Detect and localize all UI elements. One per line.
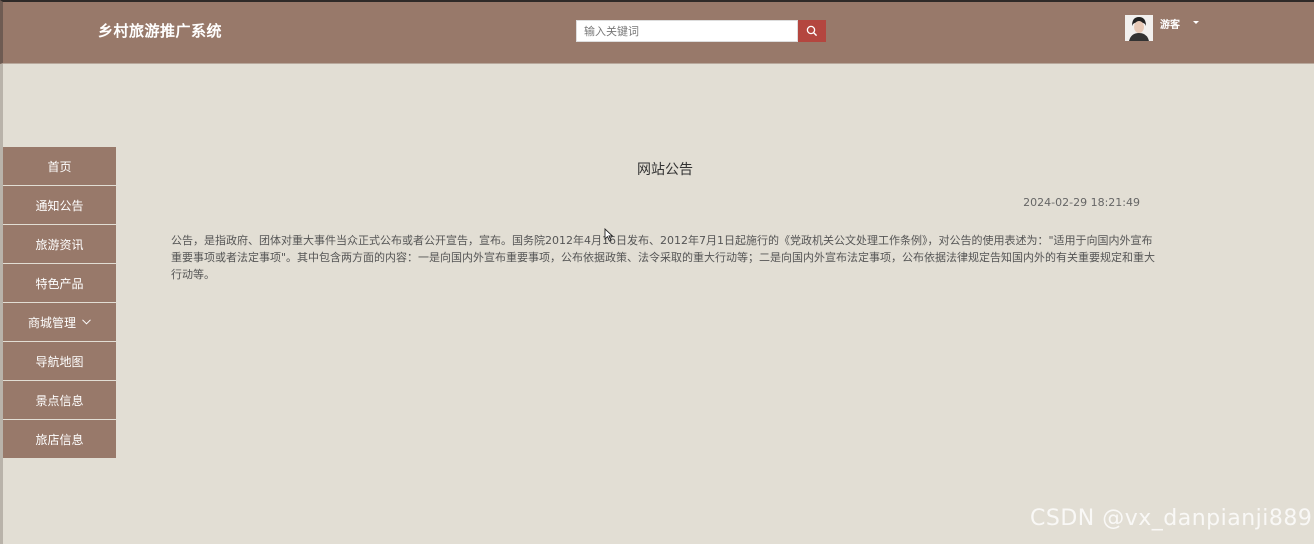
sidebar-item-hotels[interactable]: 旅店信息 — [3, 420, 116, 458]
sidebar-item-label: 通知公告 — [35, 198, 84, 213]
top-navbar: 乡村旅游推广系统 游客 — [0, 0, 1314, 64]
sidebar-item-label: 首页 — [47, 159, 72, 174]
user-name[interactable]: 游客 — [1160, 16, 1180, 31]
watermark: CSDN @vx_danpianji889 — [1030, 506, 1313, 531]
sidebar-item-notices[interactable]: 通知公告 — [3, 186, 116, 224]
sidebar-item-mall-management[interactable]: 商城管理 — [3, 303, 116, 341]
sidebar-item-label: 旅店信息 — [35, 432, 84, 447]
sidebar-item-navigation-map[interactable]: 导航地图 — [3, 342, 116, 380]
sidebar-item-label: 导航地图 — [35, 354, 84, 369]
search-button[interactable] — [798, 20, 826, 42]
avatar[interactable] — [1125, 15, 1153, 41]
app-title[interactable]: 乡村旅游推广系统 — [98, 20, 222, 41]
search-icon — [806, 25, 818, 37]
publish-time: 2024-02-29 18:21:49 — [1023, 196, 1140, 209]
sidebar-menu: 首页 通知公告 旅游资讯 特色产品 商城管理 导航地图 景点信息 旅店信息 — [3, 147, 116, 459]
sidebar-item-label: 商城管理 — [27, 315, 76, 330]
search-bar — [576, 20, 826, 42]
page-title: 网站公告 — [637, 162, 693, 178]
sidebar-item-label: 旅游资讯 — [35, 237, 84, 252]
caret-down-icon[interactable] — [1193, 21, 1199, 24]
sidebar-item-specialty-products[interactable]: 特色产品 — [3, 264, 116, 302]
search-input[interactable] — [576, 20, 798, 42]
sidebar-item-home[interactable]: 首页 — [3, 147, 116, 185]
sidebar-item-label: 景点信息 — [35, 393, 84, 408]
chevron-down-icon — [82, 319, 91, 325]
sidebar-item-attractions[interactable]: 景点信息 — [3, 381, 116, 419]
sidebar-item-label: 特色产品 — [35, 276, 84, 291]
mouse-cursor-icon — [604, 227, 614, 246]
sidebar-item-travel-news[interactable]: 旅游资讯 — [3, 225, 116, 263]
notice-content: 公告，是指政府、团体对重大事件当众正式公布或者公开宣告，宣布。国务院2012年4… — [171, 234, 1156, 281]
